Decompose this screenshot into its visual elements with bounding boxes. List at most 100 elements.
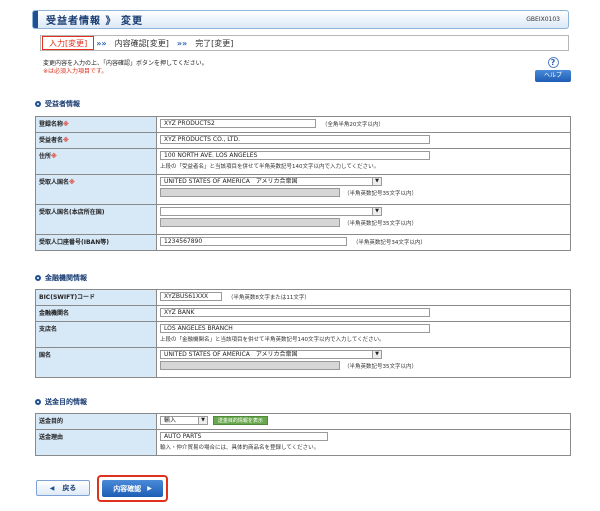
bank-name-input[interactable]: XYZ BANK: [160, 308, 430, 317]
row-value: XYZ BANK: [156, 305, 571, 322]
registered-name-input[interactable]: XYZ PRODUCTS2: [160, 119, 316, 128]
row-value: 輸入 ▼ 送金目的情報を表示: [156, 413, 571, 430]
table-row: 住所※ 100 NORTH AVE. LOS ANGELES 上段の「受益者名」…: [35, 148, 571, 175]
table-row: 金融機関名 XYZ BANK: [35, 305, 571, 322]
table-row: 国名 UNITED STATES OF AMERICA アメリカ合衆国 ▼ （半角…: [35, 347, 571, 378]
row-value: LOS ANGELES BRANCH 上段の「金融機関名」と当該項目を併せて半角…: [156, 321, 571, 348]
bank-table: BIC(SWIFT)コード XYZBUS61XXX （半角英数8文字または11文…: [35, 289, 571, 378]
remittance-reason-input[interactable]: AUTO PARTS: [160, 432, 328, 441]
help-button[interactable]: ? ヘルプ: [535, 57, 571, 84]
section-bullet-icon: [35, 101, 41, 107]
purpose-select[interactable]: 輸入 ▼: [160, 416, 208, 425]
row-value: 1234567890 （半角英数記号34文字以内）: [156, 234, 571, 251]
field-note: 上段の「受益者名」と当該項目を併せて半角英数記号140文字以内で入力してください…: [160, 164, 380, 170]
table-row: 受取人国名※ UNITED STATES OF AMERICA アメリカ合衆国 ▼…: [35, 174, 571, 205]
row-value: ▼ （半角英数記号35文字以内）: [156, 204, 571, 235]
bank-country-select[interactable]: UNITED STATES OF AMERICA アメリカ合衆国 ▼: [160, 350, 382, 359]
beneficiary-table: 登録名称※ XYZ PRODUCTS2 （全角半角20文字以内） 受益者名※ X…: [35, 116, 571, 251]
section-bank: 金融機関情報: [35, 273, 87, 283]
row-value: 100 NORTH AVE. LOS ANGELES 上段の「受益者名」と当該項…: [156, 148, 571, 175]
purpose-table: 送金目的 輸入 ▼ 送金目的情報を表示 送金理由 AUTO PARTS 輸入・仲介…: [35, 413, 571, 456]
triangle-right-icon: ▶: [147, 485, 152, 492]
row-value: UNITED STATES OF AMERICA アメリカ合衆国 ▼ （半角英数記…: [156, 174, 571, 205]
chevron-down-icon: ▼: [372, 178, 381, 185]
field-note: （半角英数記号34文字以内）: [352, 239, 426, 246]
table-row: 受取人口座番号(IBAN等) 1234567890 （半角英数記号34文字以内）: [35, 234, 571, 251]
page-title: 受益者情報 》 変更: [46, 16, 143, 27]
table-row: 受益者名※ XYZ PRODUCTS CO., LTD.: [35, 132, 571, 149]
row-label: 受取人国名※: [35, 174, 157, 205]
row-label: 国名: [35, 347, 157, 378]
address-input[interactable]: 100 NORTH AVE. LOS ANGELES: [160, 151, 430, 160]
row-label: 受取人国名(本店所在国): [35, 204, 157, 235]
row-value: XYZ PRODUCTS CO., LTD.: [156, 132, 571, 149]
head-office-country-text: [160, 218, 340, 227]
instruction-text: 変更内容を入力の上、「内容確認」ボタンを押してください。: [43, 60, 208, 67]
confirm-button-highlight: 内容確認 ▶: [97, 475, 168, 502]
step-confirm: 内容確認[変更]: [114, 38, 169, 48]
field-note: （半角英数記号35文字以内）: [344, 363, 417, 370]
required-note: ※は必須入力項目です。: [43, 68, 108, 75]
section-title-text: 金融機関情報: [45, 274, 87, 282]
table-row: BIC(SWIFT)コード XYZBUS61XXX （半角英数8文字または11文…: [35, 289, 571, 306]
table-row: 受取人国名(本店所在国) ▼ （半角英数記号35文字以内）: [35, 204, 571, 235]
row-value: UNITED STATES OF AMERICA アメリカ合衆国 ▼ （半角英数記…: [156, 347, 571, 378]
row-label: 支店名: [35, 321, 157, 348]
row-label: 住所※: [35, 148, 157, 175]
table-row: 支店名 LOS ANGELES BRANCH 上段の「金融機関名」と当該項目を併…: [35, 321, 571, 348]
back-button[interactable]: ◀ 戻る: [36, 480, 90, 496]
field-note: （半角英数8文字または11文字）: [227, 294, 310, 301]
field-note: （半角英数記号35文字以内）: [344, 190, 417, 197]
row-value: AUTO PARTS 輸入・仲介貿易の場合には、具体的商品名を登録してください。: [156, 429, 571, 456]
row-label: 登録名称※: [35, 116, 157, 133]
row-value: XYZ PRODUCTS2 （全角半角20文字以内）: [156, 116, 571, 133]
page-title-bar: 受益者情報 》 変更 GBEIX0103: [32, 10, 569, 29]
chevron-down-icon: ▼: [372, 208, 381, 215]
table-row: 送金理由 AUTO PARTS 輸入・仲介貿易の場合には、具体的商品名を登録して…: [35, 429, 571, 456]
triangle-left-icon: ◀: [49, 484, 55, 492]
head-office-country-select[interactable]: ▼: [160, 207, 382, 216]
section-title-text: 送金目的情報: [45, 398, 87, 406]
title-accent: [33, 11, 38, 28]
step-indicator: 入力[変更] »» 内容確認[変更] »» 完了[変更]: [40, 35, 569, 51]
section-beneficiary: 受益者情報: [35, 99, 80, 109]
section-title-text: 受益者情報: [45, 100, 80, 108]
recipient-country-text: [160, 188, 340, 197]
step-separator: »»: [96, 38, 107, 48]
row-value: XYZBUS61XXX （半角英数8文字または11文字）: [156, 289, 571, 306]
field-note: （全角半角20文字以内）: [321, 121, 384, 128]
help-label: ヘルプ: [535, 70, 571, 82]
row-label: 受益者名※: [35, 132, 157, 149]
bic-input[interactable]: XYZBUS61XXX: [160, 292, 222, 301]
table-row: 送金目的 輸入 ▼ 送金目的情報を表示: [35, 413, 571, 430]
row-label: BIC(SWIFT)コード: [35, 289, 157, 306]
field-note: （半角英数記号35文字以内）: [344, 220, 417, 227]
table-row: 登録名称※ XYZ PRODUCTS2 （全角半角20文字以内）: [35, 116, 571, 133]
row-label: 送金理由: [35, 429, 157, 456]
field-note: 輸入・仲介貿易の場合には、具体的商品名を登録してください。: [160, 445, 320, 451]
section-bullet-icon: [35, 399, 41, 405]
row-label: 受取人口座番号(IBAN等): [35, 234, 157, 251]
row-label: 送金目的: [35, 413, 157, 430]
chevron-down-icon: ▼: [198, 417, 207, 424]
back-button-label: 戻る: [62, 484, 77, 492]
step-complete: 完了[変更]: [195, 38, 234, 48]
instructions: 変更内容を入力の上、「内容確認」ボタンを押してください。 ※は必須入力項目です。: [43, 60, 208, 76]
confirm-button[interactable]: 内容確認 ▶: [102, 480, 163, 497]
show-purpose-info-button[interactable]: 送金目的情報を表示: [212, 416, 268, 425]
row-label: 金融機関名: [35, 305, 157, 322]
help-icon: ?: [547, 57, 559, 68]
account-number-input[interactable]: 1234567890: [160, 237, 347, 246]
branch-name-input[interactable]: LOS ANGELES BRANCH: [160, 324, 430, 333]
field-note: 上段の「金融機関名」と当該項目を併せて半角英数記号140文字以内で入力してくださ…: [160, 337, 385, 343]
confirm-button-label: 内容確認: [113, 484, 142, 493]
step-separator: »»: [176, 38, 188, 48]
bank-country-text: [160, 361, 340, 370]
screen-id: GBEIX0103: [526, 16, 560, 23]
beneficiary-name-input[interactable]: XYZ PRODUCTS CO., LTD.: [160, 135, 430, 144]
section-purpose: 送金目的情報: [35, 397, 87, 407]
recipient-country-select[interactable]: UNITED STATES OF AMERICA アメリカ合衆国 ▼: [160, 177, 382, 186]
section-bullet-icon: [35, 275, 41, 281]
chevron-down-icon: ▼: [372, 351, 381, 358]
step-input: 入力[変更]: [42, 36, 95, 50]
